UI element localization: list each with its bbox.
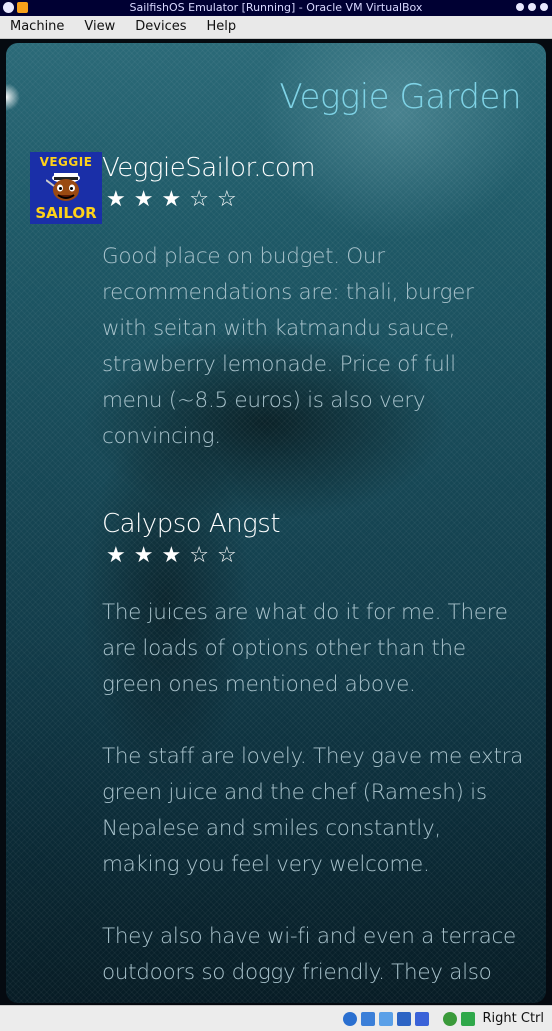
maximize-icon[interactable] <box>528 3 536 11</box>
window-title-bar[interactable]: SailfishOS Emulator [Running] - Oracle V… <box>0 0 552 16</box>
virtualbox-app-icon <box>17 2 28 13</box>
menu-bar: Machine View Devices Help <box>0 16 552 39</box>
pulley-indicator-icon <box>6 83 20 111</box>
hard-disk-icon[interactable] <box>342 1011 357 1026</box>
review-text: Good place on budget. Our recommendation… <box>102 244 474 449</box>
star-empty-icon: ☆ <box>216 187 237 212</box>
star-filled-icon: ★ <box>106 543 126 568</box>
mouse-integration-icon[interactable] <box>442 1011 457 1026</box>
usb-icon[interactable] <box>414 1011 429 1026</box>
reviewer-name: VeggieSailor.com <box>102 153 316 183</box>
window-controls-right <box>516 3 548 11</box>
window-menu-icon[interactable] <box>3 2 14 13</box>
vm-display[interactable]: Veggie Garden VEGGIE SAILOR VeggieSailor… <box>0 39 552 1005</box>
star-empty-icon: ☆ <box>189 187 209 212</box>
menu-view[interactable]: View <box>74 16 125 38</box>
status-bar: Right Ctrl <box>0 1005 552 1031</box>
veggiesailor-logo: VEGGIE SAILOR <box>30 152 102 224</box>
shared-folders-icon[interactable] <box>378 1011 393 1026</box>
host-key-label: Right Ctrl <box>482 1011 545 1026</box>
sailor-face-icon <box>46 173 80 201</box>
star-filled-icon: ★ <box>133 187 154 212</box>
reviewer-name: Calypso Angst <box>102 509 281 539</box>
star-filled-icon: ★ <box>133 543 154 568</box>
star-rating: ★ ★ ★ ☆ ☆ <box>106 189 546 211</box>
menu-devices[interactable]: Devices <box>125 16 196 38</box>
review-item[interactable]: VeggieSailor.com ★ ★ ★ ☆ ☆ Good place on bud… <box>102 153 546 455</box>
review-text: The juices are what do it for me. There … <box>102 600 524 985</box>
star-rating: ★ ★ ★ ☆ ☆ <box>106 545 546 567</box>
host-key-arrow-icon <box>460 1011 475 1026</box>
minimize-icon[interactable] <box>516 3 524 11</box>
logo-text-bottom: SAILOR <box>35 204 97 222</box>
review-item[interactable]: Calypso Angst ★ ★ ★ ☆ ☆ The juices are what … <box>102 509 546 991</box>
close-icon[interactable] <box>540 3 548 11</box>
star-empty-icon: ☆ <box>189 543 209 568</box>
menu-help[interactable]: Help <box>197 16 247 38</box>
star-empty-icon: ☆ <box>216 543 237 568</box>
display-icon[interactable] <box>396 1011 411 1026</box>
star-filled-icon: ★ <box>106 187 126 212</box>
logo-text-top: VEGGIE <box>39 155 93 169</box>
network-icon[interactable] <box>360 1011 375 1026</box>
star-filled-icon: ★ <box>161 543 182 568</box>
star-filled-icon: ★ <box>161 187 182 212</box>
menu-machine[interactable]: Machine <box>0 16 74 38</box>
window-title: SailfishOS Emulator [Running] - Oracle V… <box>129 1 423 14</box>
sailfish-screen[interactable]: Veggie Garden VEGGIE SAILOR VeggieSailor… <box>6 43 546 1003</box>
window-controls-left <box>3 2 28 13</box>
page-title: Veggie Garden <box>279 77 521 117</box>
